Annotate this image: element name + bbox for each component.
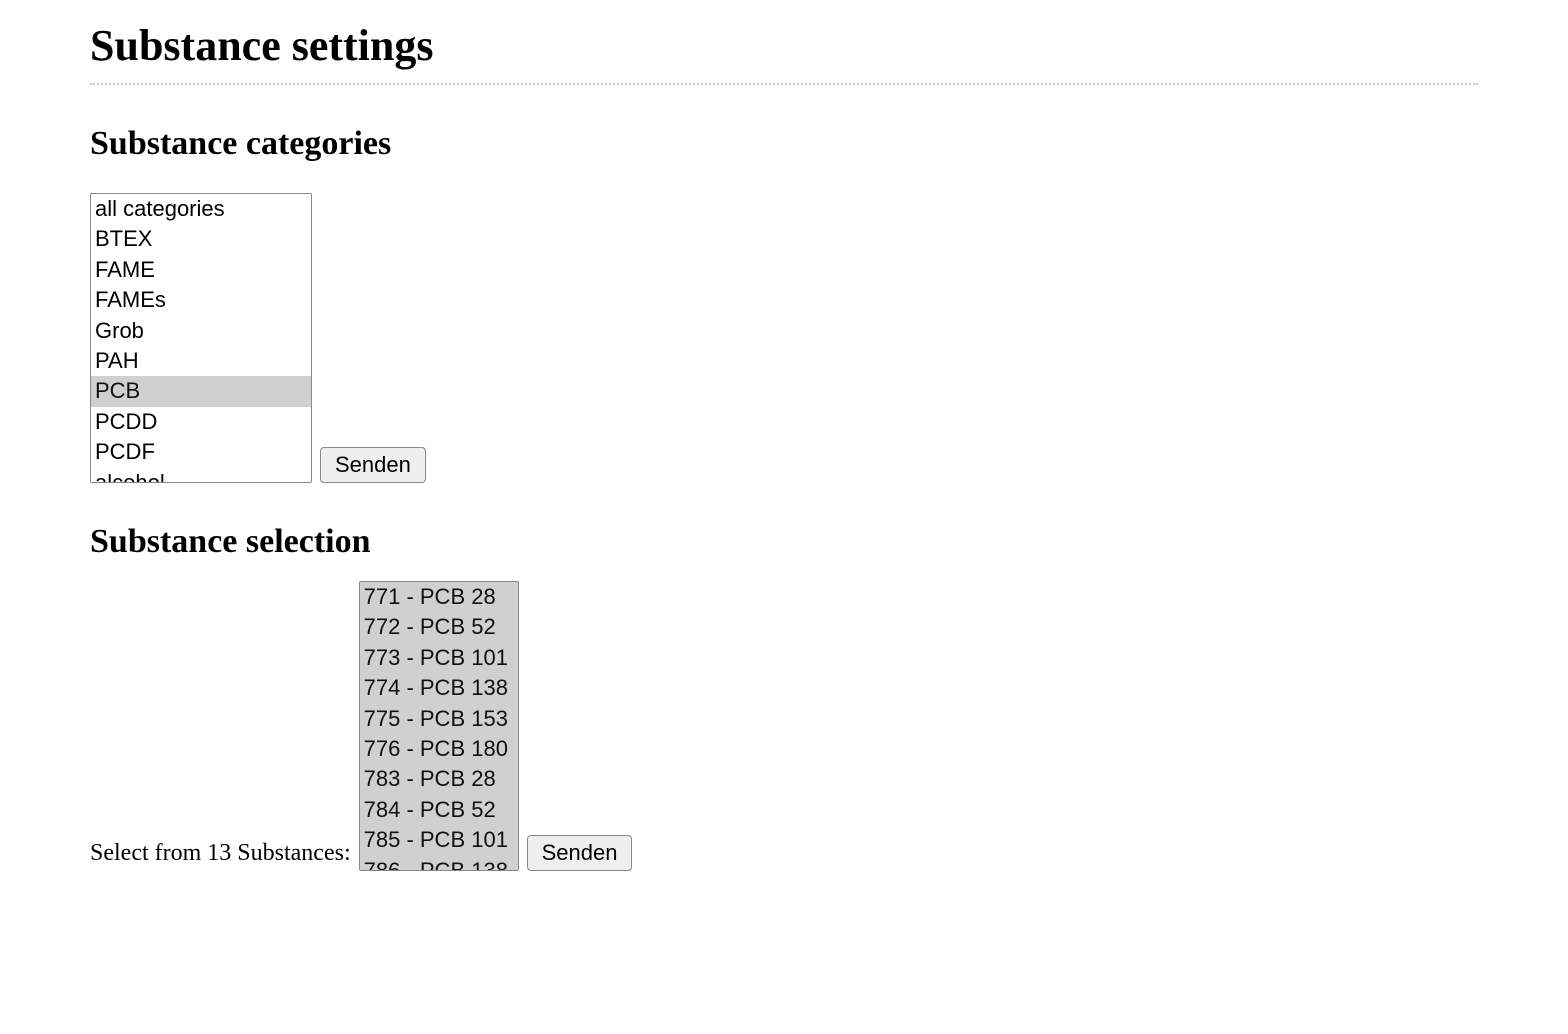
substances-option[interactable]: 771 - PCB 28 (360, 582, 518, 612)
categories-select[interactable]: all categoriesBTEXFAMEFAMEsGrobPAHPCBPCD… (90, 193, 312, 483)
categories-option[interactable]: alcohol (91, 468, 311, 483)
selection-submit-button[interactable]: Senden (527, 835, 633, 871)
categories-submit-button[interactable]: Senden (320, 447, 426, 483)
substances-option[interactable]: 784 - PCB 52 (360, 795, 518, 825)
substances-option[interactable]: 785 - PCB 101 (360, 825, 518, 855)
categories-option[interactable]: BTEX (91, 224, 311, 254)
substances-option[interactable]: 786 - PCB 138 (360, 856, 518, 871)
substances-option[interactable]: 775 - PCB 153 (360, 704, 518, 734)
selection-form-row: Select from 13 Substances: 771 - PCB 287… (90, 581, 1478, 871)
categories-option[interactable]: PCDF (91, 437, 311, 467)
categories-option[interactable]: all categories (91, 194, 311, 224)
substances-option[interactable]: 773 - PCB 101 (360, 643, 518, 673)
categories-option[interactable]: PAH (91, 346, 311, 376)
substances-option[interactable]: 783 - PCB 28 (360, 764, 518, 794)
page-title: Substance settings (90, 20, 1478, 85)
substances-option[interactable]: 776 - PCB 180 (360, 734, 518, 764)
categories-form-row: all categoriesBTEXFAMEFAMEsGrobPAHPCBPCD… (90, 193, 1478, 483)
categories-option[interactable]: PCDD (91, 407, 311, 437)
selection-heading: Substance selection (90, 523, 1478, 561)
selection-count-label: Select from 13 Substances: (90, 840, 351, 871)
categories-heading: Substance categories (90, 125, 1478, 163)
substances-option[interactable]: 774 - PCB 138 (360, 673, 518, 703)
categories-option[interactable]: FAMEs (91, 285, 311, 315)
categories-option[interactable]: PCB (91, 376, 311, 406)
substances-select[interactable]: 771 - PCB 28772 - PCB 52773 - PCB 101774… (359, 581, 519, 871)
substances-option[interactable]: 772 - PCB 52 (360, 612, 518, 642)
categories-option[interactable]: Grob (91, 316, 311, 346)
categories-option[interactable]: FAME (91, 255, 311, 285)
